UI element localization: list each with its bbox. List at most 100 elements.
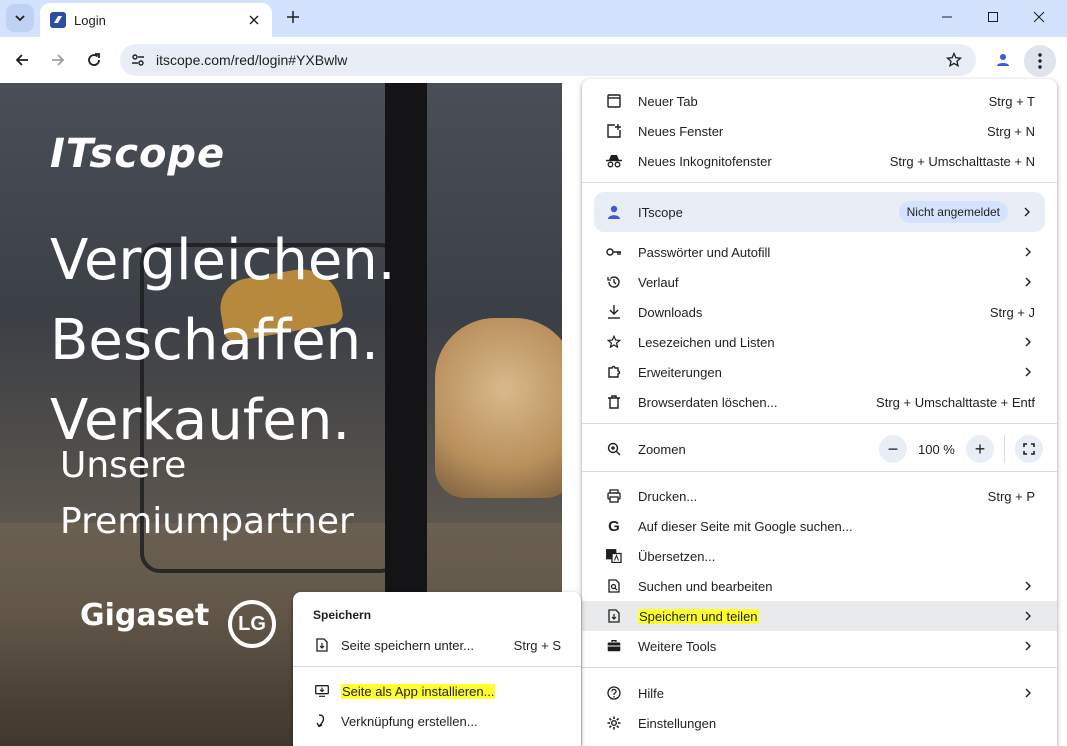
reload-button[interactable] — [80, 46, 108, 74]
reload-icon — [88, 53, 100, 66]
headline-line-1: Vergleichen. — [50, 228, 396, 293]
download-icon — [606, 304, 622, 320]
plus-icon — [287, 11, 299, 23]
menu-item-translate[interactable]: Übersetzen... — [582, 541, 1057, 571]
menu-item-new-window[interactable]: Neues Fenster Strg + N — [582, 116, 1057, 146]
menu-item-new-tab[interactable]: Neuer Tab Strg + T — [582, 86, 1057, 116]
highlighted-text: Seite als App installieren... — [341, 683, 496, 699]
chevron-right-icon — [1023, 641, 1033, 651]
close-icon — [249, 15, 259, 25]
chevron-right-icon — [1023, 367, 1033, 377]
menu-label: Passwörter und Autofill — [638, 244, 771, 260]
google-icon: G — [608, 517, 620, 535]
menu-item-google-search[interactable]: G Auf dieser Seite mit Google suchen... — [582, 511, 1057, 541]
menu-item-bookmarks[interactable]: Lesezeichen und Listen — [582, 327, 1057, 357]
menu-item-history[interactable]: Verlauf — [582, 267, 1057, 297]
menu-shortcut: Strg + P — [987, 488, 1035, 504]
bookmark-star-button[interactable] — [946, 52, 962, 68]
menu-item-downloads[interactable]: Downloads Strg + J — [582, 297, 1057, 327]
chevron-down-icon — [15, 15, 25, 22]
menu-item-clear-data[interactable]: Browserdaten löschen... Strg + Umschaltt… — [582, 387, 1057, 417]
menu-label: Auf dieser Seite mit Google suchen... — [638, 518, 853, 534]
headline-line-3: Verkaufen. — [50, 388, 351, 453]
menu-divider — [582, 667, 1057, 668]
address-bar[interactable]: itscope.com/red/login#YXBwlw — [120, 44, 976, 76]
menu-shortcut: Strg + Umschalttaste + Entf — [876, 394, 1035, 410]
menu-label: Speichern und teilen — [638, 608, 1023, 624]
zoom-in-button[interactable]: + — [966, 435, 994, 463]
arrow-left-icon — [15, 54, 28, 66]
zoom-level: 100 % — [918, 442, 955, 457]
itscope-logo: ITscope — [50, 131, 226, 177]
minimize-button[interactable] — [924, 0, 970, 34]
more-vert-icon — [1038, 53, 1042, 69]
chevron-right-icon — [1023, 688, 1033, 698]
tune-icon — [132, 54, 144, 66]
chevron-right-icon — [1023, 611, 1033, 621]
new-tab-button[interactable] — [282, 6, 304, 28]
print-icon — [606, 488, 622, 504]
star-icon — [946, 52, 962, 68]
submenu-item-save-as[interactable]: Seite speichern unter... Strg + S — [293, 630, 581, 660]
partner-logo-gigaset: Gigaset — [80, 598, 210, 633]
tab-login[interactable]: Login — [40, 3, 272, 37]
submenu-item-create-shortcut[interactable]: Verknüpfung erstellen... — [293, 706, 581, 736]
chevron-right-icon — [1024, 207, 1031, 217]
browser-menu-button[interactable] — [1024, 45, 1056, 77]
premium-line-1: Unsere — [60, 445, 187, 486]
headline-line-2: Beschaffen. — [50, 308, 379, 373]
translate-icon — [606, 548, 622, 564]
submenu-label: Seite speichern unter... — [341, 637, 474, 653]
chevron-right-icon — [1023, 337, 1033, 347]
zoom-icon — [606, 441, 622, 457]
submenu-shortcut: Strg + S — [513, 637, 561, 653]
profile-button[interactable] — [990, 47, 1016, 73]
menu-label: Übersetzen... — [638, 548, 716, 564]
menu-item-save-share[interactable]: Speichern und teilen — [582, 601, 1057, 631]
menu-label: Erweiterungen — [638, 364, 722, 380]
menu-item-profile[interactable]: ITscope Nicht angemeldet — [594, 192, 1045, 232]
menu-item-settings[interactable]: Einstellungen — [582, 708, 1057, 738]
menu-label: Hilfe — [638, 685, 665, 701]
toolbar: itscope.com/red/login#YXBwlw — [0, 37, 1067, 83]
site-info-button[interactable] — [130, 52, 146, 68]
history-icon — [606, 274, 622, 290]
menu-item-incognito[interactable]: Neues Inkognitofenster Strg + Umschaltta… — [582, 146, 1057, 176]
premium-line-2: Premiumpartner — [60, 501, 354, 542]
tab-strip: Login — [0, 0, 1067, 37]
menu-divider — [582, 182, 1057, 183]
new-window-icon — [606, 123, 622, 139]
save-page-icon — [315, 637, 329, 653]
menu-label: Weitere Tools — [638, 638, 717, 654]
menu-label: Einstellungen — [638, 715, 717, 731]
minus-icon: − — [887, 438, 899, 459]
chevron-right-icon — [1023, 277, 1033, 287]
menu-item-extensions[interactable]: Erweiterungen — [582, 357, 1057, 387]
submenu-item-install-app[interactable]: Seite als App installieren... — [293, 676, 581, 706]
menu-shortcut: Strg + Umschalttaste + N — [889, 153, 1035, 169]
zoom-out-button[interactable]: − — [879, 435, 907, 463]
submenu-label: Verknüpfung erstellen... — [341, 713, 478, 729]
url-text[interactable]: itscope.com/red/login#YXBwlw — [156, 52, 347, 68]
menu-item-passwords[interactable]: Passwörter und Autofill — [582, 237, 1057, 267]
toolbox-icon — [606, 638, 622, 654]
back-button[interactable] — [8, 46, 36, 74]
menu-item-find-edit[interactable]: Suchen und bearbeiten — [582, 571, 1057, 601]
save-share-icon — [606, 608, 622, 624]
maximize-button[interactable] — [970, 0, 1016, 34]
fullscreen-button[interactable] — [1015, 435, 1043, 463]
help-icon — [606, 685, 622, 701]
chevron-right-icon — [1023, 581, 1033, 591]
menu-item-more-tools[interactable]: Weitere Tools — [582, 631, 1057, 661]
plus-icon: + — [974, 438, 986, 459]
menu-item-print[interactable]: Drucken... Strg + P — [582, 481, 1057, 511]
new-tab-icon — [606, 93, 622, 109]
close-icon — [1033, 11, 1045, 23]
submenu-divider — [293, 666, 581, 667]
forward-button[interactable] — [44, 46, 72, 74]
chevron-right-icon — [1023, 247, 1033, 257]
tab-close-button[interactable] — [244, 10, 264, 30]
menu-item-help[interactable]: Hilfe — [582, 678, 1057, 708]
close-window-button[interactable] — [1016, 0, 1062, 34]
tab-search-button[interactable] — [6, 4, 34, 32]
